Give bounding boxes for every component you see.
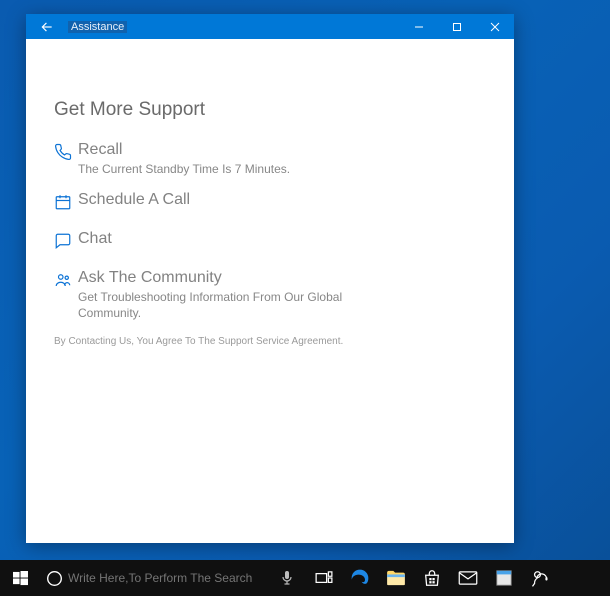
close-icon: [490, 22, 500, 32]
minimize-icon: [414, 22, 424, 32]
maximize-button[interactable]: [438, 14, 476, 39]
option-sub: Get Troubleshooting Information From Our…: [78, 289, 408, 321]
store-app[interactable]: [414, 560, 450, 596]
mail-icon: [458, 571, 478, 585]
task-view-button[interactable]: [306, 560, 342, 596]
option-label: Recall: [78, 141, 290, 159]
taskbar-icons: [306, 560, 558, 596]
edge-browser[interactable]: [342, 560, 378, 596]
phone-icon: [54, 143, 78, 166]
arrow-left-icon: [40, 20, 54, 34]
option-label: Schedule A Call: [78, 191, 190, 209]
community-icon: [54, 271, 78, 294]
option-recall[interactable]: Recall The Current Standby Time Is 7 Min…: [54, 141, 486, 177]
chat-icon: [54, 232, 78, 255]
page-title: Get More Support: [54, 99, 486, 121]
cortana-icon[interactable]: [40, 570, 68, 587]
assistance-window: Assistance Get More Support: [26, 14, 514, 543]
option-schedule-call[interactable]: Schedule A Call: [54, 191, 486, 216]
desktop: Assistance Get More Support: [0, 0, 610, 596]
window-controls: [400, 14, 514, 39]
mic-icon: [281, 570, 293, 586]
option-label: Ask The Community: [78, 269, 408, 287]
maximize-icon: [452, 22, 462, 32]
app-icon: [495, 569, 513, 587]
edge-icon: [350, 568, 370, 588]
calendar-icon: [54, 193, 78, 216]
mail-app[interactable]: [450, 560, 486, 596]
minimize-button[interactable]: [400, 14, 438, 39]
agreement-text: By Contacting Us, You Agree To The Suppo…: [54, 336, 486, 347]
back-button[interactable]: [26, 14, 68, 39]
get-help-app[interactable]: [522, 560, 558, 596]
search-box[interactable]: [40, 562, 300, 594]
pinned-app[interactable]: [486, 560, 522, 596]
option-sub: The Current Standby Time Is 7 Minutes.: [78, 161, 290, 177]
option-label: Chat: [78, 230, 112, 248]
taskbar: [0, 560, 610, 596]
folder-icon: [386, 570, 406, 586]
search-input[interactable]: [68, 571, 274, 585]
headset-chat-icon: [530, 568, 550, 588]
windows-icon: [13, 571, 28, 586]
task-view-icon: [315, 571, 333, 585]
content: Get More Support Recall The Current Stan…: [26, 39, 514, 365]
option-chat[interactable]: Chat: [54, 230, 486, 255]
file-explorer[interactable]: [378, 560, 414, 596]
mic-button[interactable]: [274, 570, 300, 586]
option-ask-community[interactable]: Ask The Community Get Troubleshooting In…: [54, 269, 486, 321]
app-title: Assistance: [68, 21, 127, 33]
titlebar[interactable]: Assistance: [26, 14, 514, 39]
store-icon: [423, 569, 441, 587]
close-button[interactable]: [476, 14, 514, 39]
start-button[interactable]: [0, 560, 40, 596]
